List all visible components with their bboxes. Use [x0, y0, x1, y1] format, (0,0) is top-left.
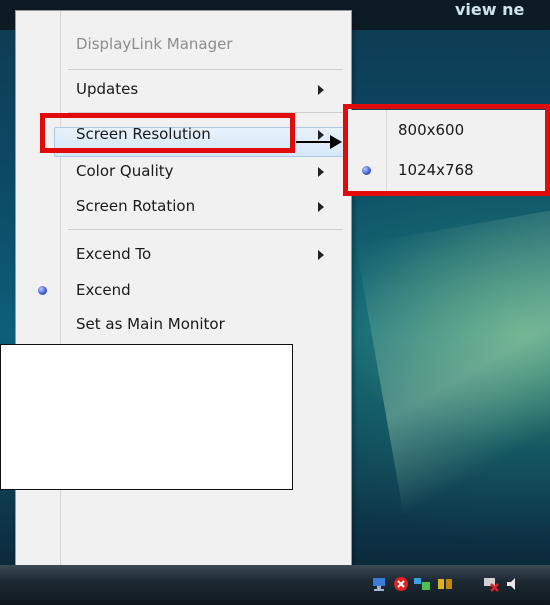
- annotation-arrow-line: [296, 141, 332, 143]
- network-disconnected-icon[interactable]: [482, 575, 500, 593]
- displaylink-icon[interactable]: [413, 575, 431, 593]
- annotation-box-screen-resolution: [40, 113, 295, 153]
- menu-item-updates[interactable]: Updates: [76, 76, 336, 102]
- submenu-arrow-icon: [318, 202, 324, 212]
- submenu-arrow-icon: [318, 250, 324, 260]
- annotation-arrow-head-icon: [330, 135, 342, 149]
- network-icon[interactable]: [370, 575, 388, 593]
- menu-item-screen-rotation[interactable]: Screen Rotation: [76, 193, 336, 219]
- submenu-arrow-icon: [318, 167, 324, 177]
- menu-separator: [68, 69, 343, 70]
- sync-icon[interactable]: [436, 575, 454, 593]
- submenu-arrow-icon: [318, 85, 324, 95]
- menu-separator: [68, 229, 343, 230]
- menu-item-set-main-monitor[interactable]: Set as Main Monitor: [76, 311, 336, 337]
- taskbar: [0, 565, 550, 605]
- menu-item-color-quality[interactable]: Color Quality: [76, 158, 336, 184]
- menu-item-extend[interactable]: Excend: [76, 277, 336, 303]
- window-header-text: view ne: [455, 0, 525, 19]
- menu-title: DisplayLink Manager: [76, 35, 233, 53]
- blank-callout-box: [0, 344, 293, 490]
- radio-selected-icon: [38, 286, 47, 295]
- annotation-box-resolution-options: [343, 104, 550, 196]
- volume-icon[interactable]: [504, 575, 522, 593]
- submenu-arrow-icon: [318, 130, 324, 140]
- security-alert-icon[interactable]: [392, 575, 410, 593]
- menu-item-extend-to[interactable]: Excend To: [76, 241, 336, 267]
